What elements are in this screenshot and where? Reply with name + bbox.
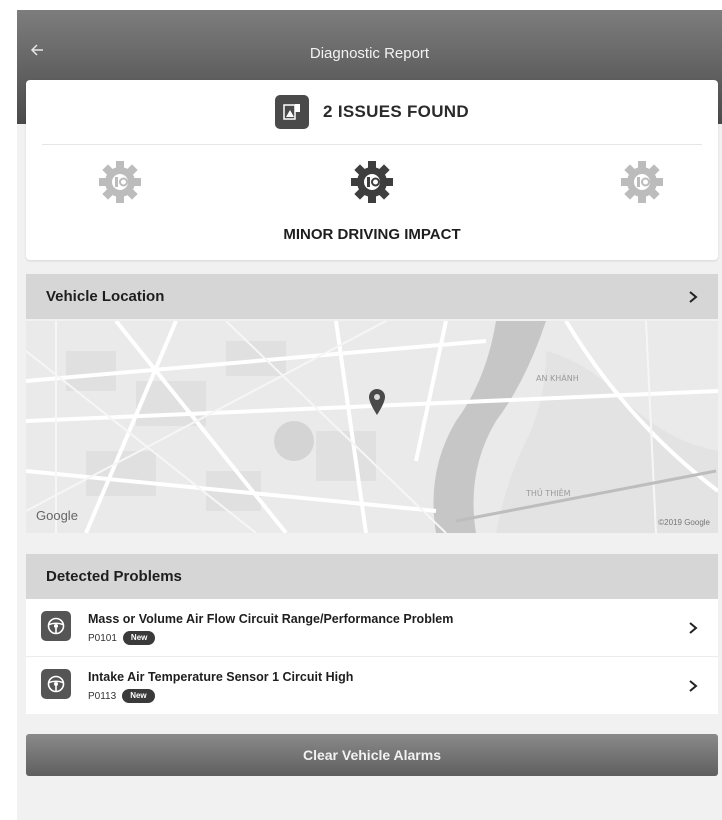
chevron-right-icon <box>689 622 698 634</box>
map-label: THỦ THIÊM <box>525 487 571 498</box>
problem-name: Mass or Volume Air Flow Circuit Range/Pe… <box>88 612 454 626</box>
map-canvas: AN KHÁNH THỦ THIÊM <box>26 321 718 533</box>
gear-icon <box>351 161 393 203</box>
vehicle-location-map[interactable]: AN KHÁNH THỦ THIÊM Google ©2019 Google <box>26 321 718 533</box>
vehicle-location-header[interactable]: Vehicle Location <box>26 274 718 319</box>
chevron-right-icon <box>689 290 698 303</box>
map-copyright: ©2019 Google <box>658 518 710 527</box>
detected-problems-header: Detected Problems <box>26 554 718 599</box>
issues-count-label: 2 ISSUES FOUND <box>323 102 469 121</box>
problem-meta: P0113 New <box>88 689 155 703</box>
new-badge: New <box>122 689 155 703</box>
problem-list: Mass or Volume Air Flow Circuit Range/Pe… <box>26 599 718 714</box>
new-badge: New <box>122 631 156 645</box>
warning-document-icon <box>275 95 310 129</box>
summary-card: 2 ISSUES FOUND MINOR DRIVING IMPACT <box>26 80 718 260</box>
section-title: Detected Problems <box>46 568 182 585</box>
problem-item[interactable]: Mass or Volume Air Flow Circuit Range/Pe… <box>26 599 718 657</box>
chevron-right-icon <box>689 680 698 692</box>
gear-icon <box>99 161 141 203</box>
section-title: Vehicle Location <box>46 288 165 305</box>
problem-code: P0101 <box>88 632 117 644</box>
problem-item[interactable]: Intake Air Temperature Sensor 1 Circuit … <box>26 657 718 714</box>
app-screen: Diagnostic Report 2 ISSUES FOUND MINOR D… <box>17 10 722 820</box>
problem-meta: P0101 New <box>88 631 156 645</box>
map-logo: Google <box>36 508 78 523</box>
gear-icon <box>621 161 663 203</box>
steering-wheel-icon <box>41 669 71 699</box>
problem-code: P0113 <box>88 690 117 702</box>
map-label: AN KHÁNH <box>536 372 579 383</box>
clear-vehicle-alarms-button[interactable]: Clear Vehicle Alarms <box>26 734 718 776</box>
problem-name: Intake Air Temperature Sensor 1 Circuit … <box>88 670 354 684</box>
issues-summary: 2 ISSUES FOUND <box>26 80 718 144</box>
driving-impact-label: MINOR DRIVING IMPACT <box>283 226 461 243</box>
steering-wheel-icon <box>41 611 71 641</box>
divider <box>42 144 702 145</box>
